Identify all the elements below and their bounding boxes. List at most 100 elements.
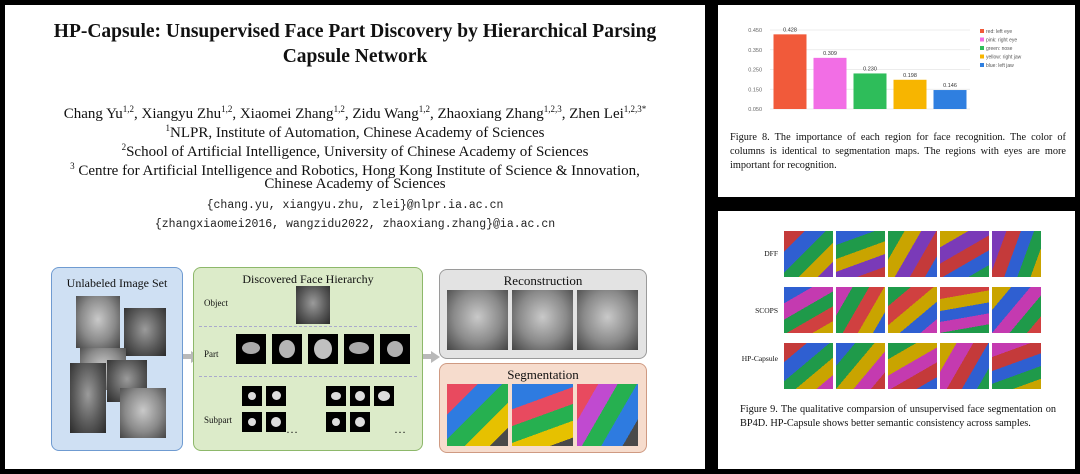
affiliation-3-cont: Chinese Academy of Sciences — [264, 176, 446, 192]
subpart-tile — [350, 412, 370, 432]
face-hierarchy-title: Discovered Face Hierarchy — [242, 272, 374, 286]
y-tick-label: 0.150 — [748, 87, 762, 93]
bar-1 — [773, 34, 807, 109]
segmentation-result-tile — [888, 231, 937, 277]
legend-entry: red: left eye — [986, 29, 1012, 35]
figure-9-panel: DFF SCOPS HP-Capsule Figure 9. The quali… — [718, 211, 1075, 469]
legend-swatch — [980, 54, 984, 59]
row-label-scops: SCOPS — [755, 306, 778, 315]
y-tick-label: 0.350 — [748, 48, 762, 54]
segmentation-result-tile — [940, 343, 989, 389]
bar-value-label: 0.309 — [823, 51, 837, 57]
reconstruction-box: Reconstruction — [439, 269, 647, 359]
bar-value-label: 0.198 — [903, 73, 917, 79]
segmentation-result-tile — [888, 287, 937, 333]
segmentation-result-tile — [992, 231, 1041, 277]
legend-swatch — [980, 37, 984, 42]
part-tile — [308, 334, 338, 364]
reconstructed-face — [577, 290, 638, 350]
face-thumbnail — [76, 296, 120, 348]
subpart-tile — [242, 386, 262, 406]
segmented-face — [512, 384, 573, 446]
segmentation-result-tile — [836, 343, 885, 389]
bar-value-label: 0.146 — [943, 83, 957, 89]
row-divider — [199, 326, 417, 327]
unlabeled-image-set-title: Unlabeled Image Set — [66, 276, 168, 290]
bar-4 — [893, 79, 927, 109]
importance-bar-chart: 0.450 0.350 0.250 0.150 0.050 0.428 0.309 0.230… — [748, 27, 1022, 113]
author-affiliation-marker: 1,2,3 — [543, 104, 562, 114]
reconstructed-face — [512, 290, 573, 350]
title-line-1: HP-Capsule: Unsupervised Face Part Disco… — [53, 21, 657, 42]
subpart-tile — [326, 412, 346, 432]
ellipsis: … — [394, 422, 406, 436]
legend-entry: blue: left jaw — [986, 63, 1014, 69]
row-divider — [199, 376, 417, 377]
author-affiliation-marker: 1,2 — [333, 104, 345, 114]
segmentation-result-tile — [992, 343, 1041, 389]
title-line-2: Capsule Network — [282, 46, 428, 67]
bar-value-label: 0.230 — [863, 66, 877, 72]
segmentation-result-tile — [836, 231, 885, 277]
part-tile — [380, 334, 410, 364]
row-label-hp-capsule: HP-Capsule — [741, 354, 778, 363]
segmentation-result-tile — [888, 343, 937, 389]
author-affiliation-marker: 1,2 — [122, 104, 134, 114]
reconstructed-face — [447, 290, 508, 350]
row-label-object: Object — [204, 298, 228, 308]
subpart-tile — [350, 386, 370, 406]
legend-swatch — [980, 46, 984, 50]
bar-3 — [853, 73, 887, 109]
author-affiliation-marker: 1,2 — [418, 104, 430, 114]
segmentation-result-tile — [940, 287, 989, 333]
email-line-1: {chang.yu, xiangyu.zhu, zlei}@nlpr.ia.ac… — [206, 199, 504, 212]
figure-8-panel: 0.450 0.350 0.250 0.150 0.050 0.428 0.309 0.230… — [718, 5, 1075, 197]
legend-entry: green: nose — [986, 46, 1013, 52]
part-tile — [236, 334, 266, 364]
author-affiliation-marker: 1,2,3* — [623, 104, 647, 114]
part-tile — [344, 334, 374, 364]
face-thumbnail — [124, 308, 166, 356]
subpart-tile — [374, 386, 394, 406]
unlabeled-image-set-box: Unlabeled Image Set — [51, 267, 183, 451]
figure-9-caption: Figure 9. The qualitative comparsion of … — [740, 404, 1056, 429]
y-tick-label: 0.450 — [748, 28, 762, 34]
legend-entry: pink: right eye — [986, 38, 1017, 44]
author-affiliation-marker: 1,2 — [221, 104, 233, 114]
paper-header-panel: HP-Capsule: Unsupervised Face Part Disco… — [5, 5, 705, 469]
segmentation-box: Segmentation — [439, 363, 647, 453]
part-tile — [272, 334, 302, 364]
subpart-tile — [326, 386, 346, 406]
bar-2 — [813, 57, 847, 109]
segmentation-result-tile — [784, 287, 833, 333]
subpart-tile — [266, 412, 286, 432]
segmentation-result-tile — [784, 343, 833, 389]
ellipsis: … — [286, 422, 298, 436]
row-label-subpart: Subpart — [204, 415, 232, 425]
y-tick-label: 0.250 — [748, 68, 762, 74]
figure-8-caption: Figure 8. The importance of each region … — [730, 132, 1066, 171]
face-thumbnail — [70, 363, 106, 433]
row-label-part: Part — [204, 349, 219, 359]
legend-swatch — [980, 63, 984, 67]
legend-swatch — [980, 29, 984, 33]
segmentation-result-tile — [992, 287, 1041, 333]
segmentation-result-tile — [784, 231, 833, 277]
segmentation-title: Segmentation — [507, 367, 579, 382]
email-line-2: {zhangxiaomei2016, wangzidu2022, zhaoxia… — [154, 218, 556, 231]
flow-arrow-shaft — [423, 354, 431, 359]
row-label-dff: DFF — [764, 249, 778, 258]
flow-arrow-shaft — [183, 354, 191, 359]
segmentation-result-tile — [940, 231, 989, 277]
segmentation-result-tile — [836, 287, 885, 333]
paper-title: HP-Capsule: Unsupervised Face Part Disco… — [25, 19, 685, 69]
face-thumbnail — [120, 388, 166, 438]
legend-entry: yellow: right jaw — [986, 55, 1022, 61]
bar-value-label: 0.428 — [783, 27, 797, 33]
bar-5 — [933, 90, 967, 109]
subpart-tile — [266, 386, 286, 406]
y-tick-label: 0.050 — [748, 107, 762, 113]
reconstruction-title: Reconstruction — [503, 273, 583, 288]
object-face — [296, 286, 330, 324]
segmented-face — [447, 384, 508, 446]
